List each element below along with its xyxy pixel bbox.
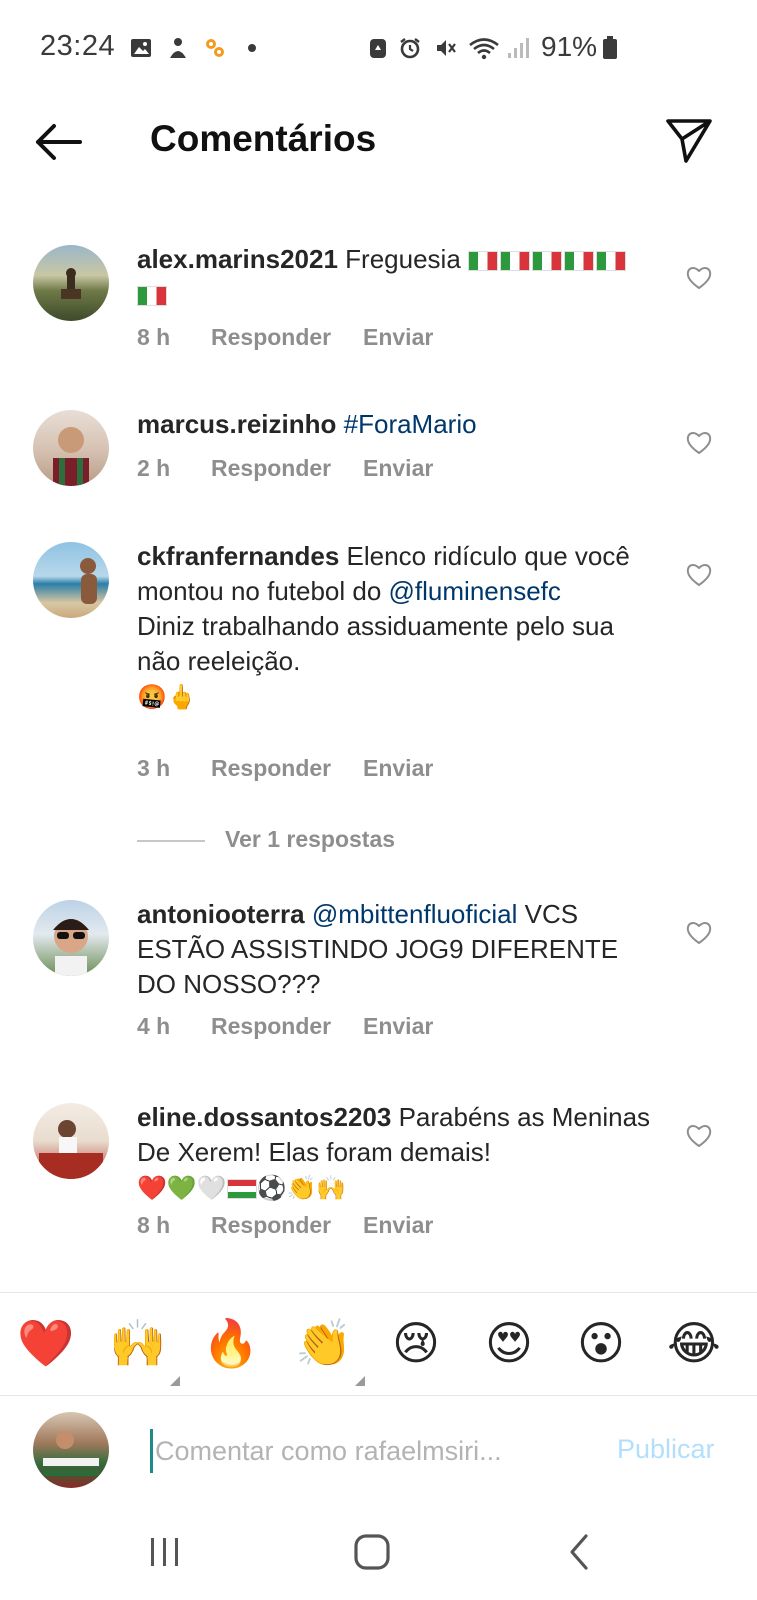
comment-username[interactable]: antoniooterra	[137, 899, 305, 929]
emoji: 🤬🖕	[137, 684, 197, 712]
crying-emoji-button[interactable]: 😢	[386, 1313, 446, 1373]
clap-emoji-button[interactable]: 👏	[294, 1313, 354, 1373]
skin-tone-indicator-icon	[170, 1376, 180, 1386]
mention-link[interactable]: @mbittenfluoficial	[312, 899, 518, 929]
paper-plane-icon[interactable]	[664, 115, 714, 165]
reply-button[interactable]: Responder	[211, 1013, 363, 1040]
comment-content: Diniz trabalhando assiduamente pelo sua …	[137, 611, 614, 676]
recent-apps-icon[interactable]	[143, 1530, 187, 1574]
comment-content	[305, 899, 312, 929]
emoji: ⚽👏🙌	[256, 1175, 347, 1203]
flag-emoji	[226, 1179, 257, 1200]
reply-button[interactable]: Responder	[211, 455, 363, 482]
comment-text: ckfranfernandes Elenco ridículo que você…	[137, 539, 657, 714]
header: Comentários	[0, 100, 757, 190]
back-icon[interactable]	[558, 1530, 602, 1574]
battery-saver-icon	[370, 39, 386, 58]
comment-composer: Publicar	[0, 1396, 757, 1506]
avatar[interactable]	[33, 542, 109, 618]
reply-button[interactable]: Responder	[211, 755, 363, 782]
comment-time: 4 h	[137, 1013, 171, 1039]
home-icon[interactable]	[350, 1530, 394, 1574]
comment-time: 8 h	[137, 1212, 171, 1238]
comment-meta: 8 h Responder Enviar	[137, 324, 433, 351]
surprised-emoji-button[interactable]: 😮	[571, 1313, 631, 1373]
flag-emoji	[468, 251, 499, 272]
comment-content: Freguesia	[337, 244, 469, 274]
heart-icon[interactable]	[685, 1122, 713, 1150]
flag-emoji	[500, 251, 531, 272]
avatar[interactable]	[33, 900, 109, 976]
send-button[interactable]: Enviar	[363, 324, 433, 351]
laughing-emoji-button[interactable]: 😂	[664, 1313, 724, 1373]
skin-tone-indicator-icon	[355, 1376, 365, 1386]
battery-icon	[603, 36, 617, 59]
mute-icon	[437, 40, 456, 56]
comment-time: 8 h	[137, 324, 171, 350]
emoji: ❤️💚🤍	[137, 1175, 227, 1203]
comment-username[interactable]: marcus.reizinho	[137, 409, 336, 439]
page-title: Comentários	[150, 118, 377, 159]
fire-emoji-button[interactable]: 🔥	[201, 1313, 261, 1373]
comment-username[interactable]: alex.marins2021	[137, 244, 338, 274]
avatar[interactable]	[33, 410, 109, 486]
app-icon	[170, 38, 186, 58]
comment-meta: 2 h Responder Enviar	[137, 455, 433, 482]
avatar[interactable]	[33, 1103, 109, 1179]
heart-eyes-emoji-button[interactable]: 😍	[479, 1313, 539, 1373]
comment-input[interactable]	[150, 1429, 580, 1473]
comment-content	[336, 409, 343, 439]
comment-text: eline.dossantos2203 Parabéns as Meninas …	[137, 1100, 657, 1205]
reply-button[interactable]: Responder	[211, 1212, 363, 1239]
send-button[interactable]: Enviar	[363, 755, 433, 782]
comment-meta: 3 h Responder Enviar	[137, 755, 433, 782]
avatar[interactable]	[33, 245, 109, 321]
alarm-icon	[400, 38, 420, 59]
heart-icon[interactable]	[685, 561, 713, 589]
battery-percent: 91%	[541, 31, 598, 62]
heart-icon[interactable]	[685, 919, 713, 947]
heart-emoji-button[interactable]: ❤️	[16, 1313, 76, 1373]
comment-text: antoniooterra @mbittenfluoficial VCS EST…	[137, 897, 657, 1002]
app-icon	[206, 39, 224, 57]
comment-time: 3 h	[137, 755, 171, 781]
reply-button[interactable]: Responder	[211, 324, 363, 351]
comment-meta: 8 h Responder Enviar	[137, 1212, 433, 1239]
raised-hands-emoji-button[interactable]: 🙌	[108, 1313, 168, 1373]
comment-time: 2 h	[137, 455, 171, 481]
comment-username[interactable]: eline.dossantos2203	[137, 1102, 391, 1132]
publish-button[interactable]: Publicar	[617, 1434, 715, 1465]
status-time: 23:24	[40, 30, 116, 62]
signal-icon	[508, 38, 529, 58]
dot-icon	[248, 44, 256, 52]
comment-meta: 4 h Responder Enviar	[137, 1013, 433, 1040]
comment-username[interactable]: ckfranfernandes	[137, 541, 339, 571]
flag-emoji	[564, 251, 595, 272]
view-replies-label[interactable]: Ver 1 respostas	[225, 826, 395, 853]
arrow-left-icon[interactable]	[32, 120, 84, 164]
flag-emoji	[596, 251, 627, 272]
comment-text: marcus.reizinho #ForaMario	[137, 407, 657, 442]
status-bar: 23:24 91%	[0, 0, 757, 100]
quick-emoji-bar: ❤️ 🙌 🔥 👏 😢 😍 😮 😂	[0, 1292, 757, 1396]
send-button[interactable]: Enviar	[363, 455, 433, 482]
system-nav-bar	[0, 1506, 757, 1600]
hashtag-link[interactable]: #ForaMario	[344, 409, 477, 439]
comment-text: alex.marins2021 Freguesia	[137, 242, 657, 312]
image-icon	[131, 39, 151, 57]
flag-emoji	[532, 251, 563, 272]
mention-link[interactable]: @fluminensefc	[389, 576, 561, 606]
avatar	[33, 1412, 109, 1488]
heart-icon[interactable]	[685, 429, 713, 457]
heart-icon[interactable]	[685, 264, 713, 292]
send-button[interactable]: Enviar	[363, 1013, 433, 1040]
divider	[137, 840, 205, 842]
send-button[interactable]: Enviar	[363, 1212, 433, 1239]
wifi-icon	[469, 38, 499, 60]
flag-emoji	[137, 286, 167, 307]
